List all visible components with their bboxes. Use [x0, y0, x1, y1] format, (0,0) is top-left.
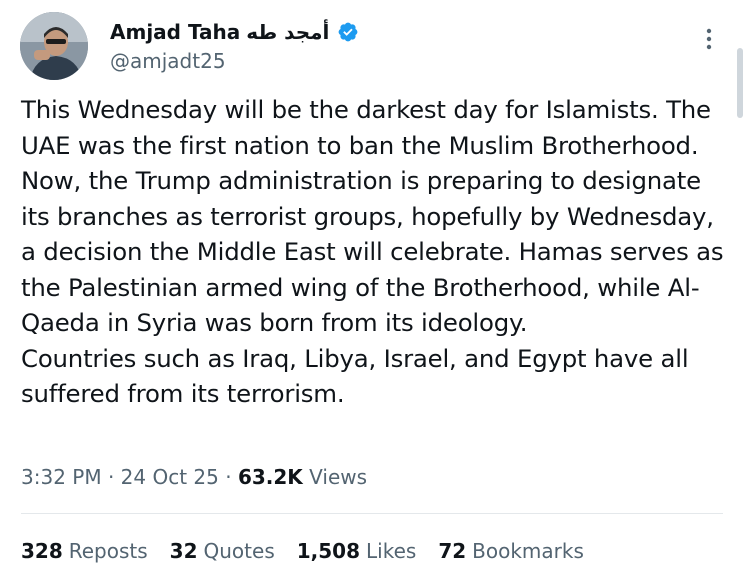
verified-badge-icon[interactable] — [337, 21, 359, 43]
views-label: Views — [309, 465, 368, 489]
post-date[interactable]: 24 Oct 25 — [121, 465, 219, 489]
author-handle[interactable]: @amjadt25 — [110, 48, 226, 74]
meta-separator: · — [107, 465, 115, 489]
bookmarks-link[interactable]: 72 Bookmarks — [438, 537, 584, 565]
post-meta: 3:32 PM · 24 Oct 25 · 63.2K Views — [21, 463, 367, 491]
reposts-label: Reposts — [68, 539, 148, 563]
quotes-link[interactable]: 32 Quotes — [170, 537, 275, 565]
engagement-stats: 328 Reposts 32 Quotes 1,508 Likes 72 Bookmar… — [21, 537, 584, 565]
author-name-row[interactable]: Amjad Taha أمجد طه — [110, 19, 359, 45]
post-text: This Wednesday will be the darkest day f… — [21, 95, 724, 408]
likes-count: 1,508 — [296, 539, 361, 563]
bookmarks-label: Bookmarks — [472, 539, 584, 563]
post-time[interactable]: 3:32 PM — [21, 465, 102, 489]
reposts-link[interactable]: 328 Reposts — [21, 537, 148, 565]
author-name-arabic[interactable]: أمجد طه — [246, 19, 329, 45]
profile-photo-icon — [20, 12, 88, 80]
quotes-label: Quotes — [203, 539, 275, 563]
divider — [21, 513, 723, 514]
author-name[interactable]: Amjad Taha — [110, 19, 240, 45]
likes-link[interactable]: 1,508 Likes — [297, 537, 417, 565]
more-vertical-icon[interactable] — [700, 26, 718, 52]
author-avatar[interactable] — [20, 12, 88, 80]
meta-separator: · — [225, 465, 232, 489]
likes-label: Likes — [366, 539, 417, 563]
bookmarks-count: 72 — [438, 539, 467, 563]
reposts-count: 328 — [21, 539, 63, 563]
quotes-count: 32 — [169, 539, 198, 563]
scrollbar[interactable] — [737, 48, 743, 118]
views-count: 63.2K — [237, 465, 303, 489]
